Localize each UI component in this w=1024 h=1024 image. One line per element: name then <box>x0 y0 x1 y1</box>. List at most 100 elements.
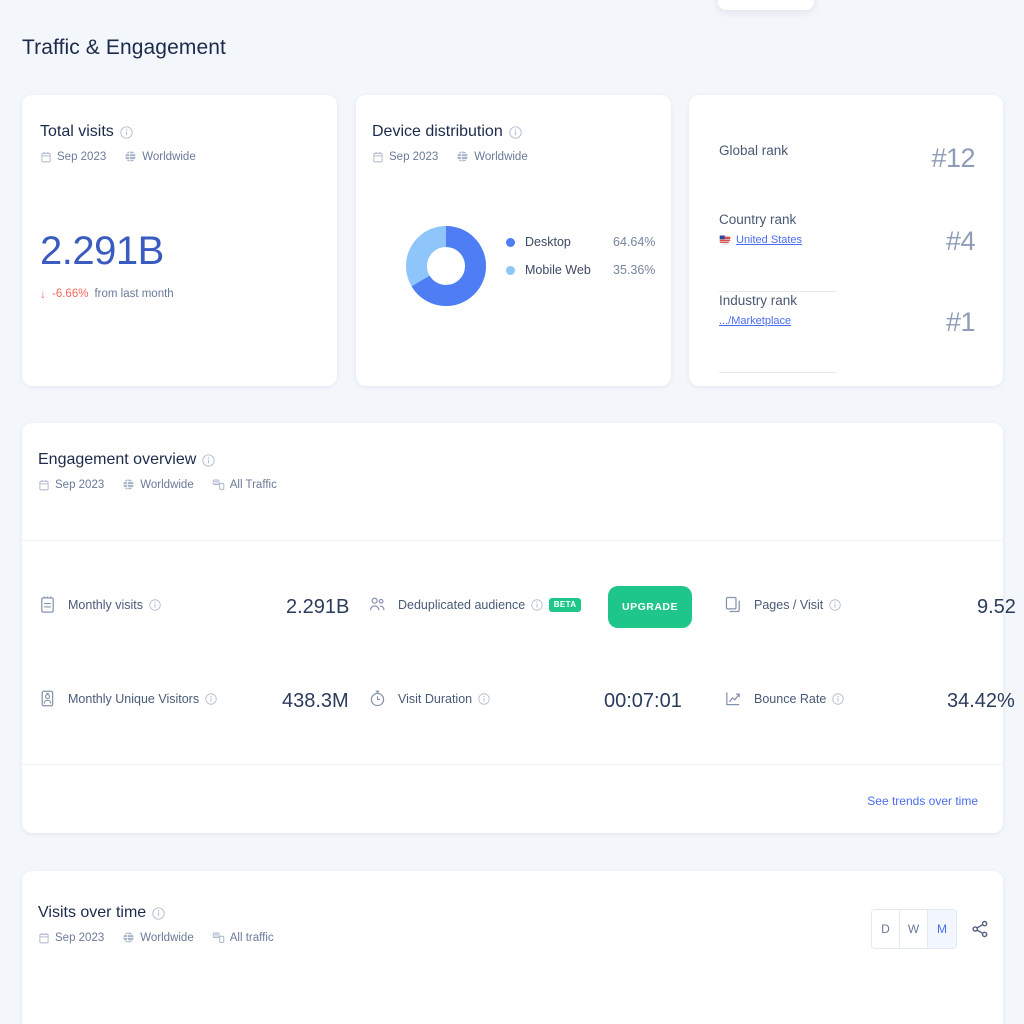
device-legend: Desktop 64.64% Mobile Web 35.36% <box>506 235 655 277</box>
info-icon[interactable] <box>478 692 490 705</box>
engagement-divider <box>22 764 1003 765</box>
total-visits-card: Total visits Sep 2023 Worldwide 2.291B ↓… <box>22 95 337 386</box>
share-button[interactable] <box>970 919 990 939</box>
total-visits-date: Sep 2023 <box>57 150 107 163</box>
total-visits-change-pct: -6.66% <box>52 288 89 300</box>
top-partial-panel <box>718 0 814 10</box>
globe-icon <box>456 150 469 163</box>
device-donut-chart <box>406 226 486 306</box>
rank-row-country: Country rank United States #4 <box>719 212 976 257</box>
info-icon[interactable] <box>149 598 161 611</box>
metric-bounce-rate: Bounce Rate <box>724 689 844 708</box>
rank-divider <box>719 372 837 373</box>
upgrade-button[interactable]: UPGRADE <box>608 586 693 628</box>
info-icon[interactable] <box>832 692 844 705</box>
stopwatch-icon <box>368 689 387 708</box>
bounce-rate-icon <box>724 689 743 708</box>
legend-dot-mobile-web <box>506 265 515 275</box>
share-icon[interactable] <box>970 919 990 939</box>
pages-icon <box>724 595 743 614</box>
total-visits-region: Worldwide <box>142 150 196 163</box>
granularity-toggle[interactable]: D W M <box>871 909 957 949</box>
metric-value-bounce-rate: 34.42% <box>947 690 1015 712</box>
metric-value-monthly-unique-visitors: 438.3M <box>282 690 349 712</box>
info-icon[interactable] <box>120 125 133 139</box>
info-icon[interactable] <box>829 598 841 611</box>
metric-value-pages-per-visit: 9.52 <box>977 596 1016 618</box>
visits-over-time-meta: Sep 2023 Worldwide All traffic <box>38 931 274 944</box>
toggle-option-d[interactable]: D <box>872 910 900 948</box>
engagement-title-text: Engagement overview <box>38 451 197 468</box>
visits-over-time-traffic: All traffic <box>229 931 274 944</box>
legend-dot-desktop <box>506 237 515 247</box>
globe-icon <box>122 931 135 944</box>
ranks-card: Global rank #12 Country rank United Stat… <box>689 95 1003 386</box>
engagement-meta: Sep 2023 Worldwide All Traffic <box>38 478 277 491</box>
total-visits-value: 2.291B <box>40 229 164 273</box>
info-icon[interactable] <box>531 598 543 611</box>
see-trends-link[interactable]: See trends over time <box>867 794 978 808</box>
visits-over-time-date: Sep 2023 <box>55 931 105 944</box>
metric-monthly-unique-visitors: Monthly Unique Visitors <box>38 689 217 708</box>
total-visits-meta: Sep 2023 Worldwide <box>40 150 196 163</box>
metric-pages-per-visit: Pages / Visit <box>724 595 841 614</box>
arrow-down-icon: ↓ <box>40 287 46 301</box>
engagement-region: Worldwide <box>140 478 194 491</box>
toggle-option-w[interactable]: W <box>900 910 928 948</box>
unique-visitors-icon <box>38 689 57 708</box>
industry-rank-link[interactable]: .../Marketplace <box>719 315 791 327</box>
metric-visit-duration: Visit Duration <box>368 689 490 708</box>
rank-label-country: Country rank <box>719 212 797 227</box>
rank-label-global: Global rank <box>719 143 789 158</box>
info-icon[interactable] <box>205 692 217 705</box>
info-icon[interactable] <box>509 125 522 139</box>
audience-icon <box>368 595 387 614</box>
visits-over-time-title: Visits over time <box>38 904 274 922</box>
rank-row-global: Global rank #12 <box>719 143 975 174</box>
info-icon[interactable] <box>152 906 165 920</box>
metric-text: Bounce Rate <box>754 691 827 706</box>
rank-value-global: #12 <box>931 143 975 173</box>
metric-label-deduplicated-audience: Deduplicated audience BETA <box>398 597 581 612</box>
metric-label-bounce-rate: Bounce Rate <box>754 692 844 706</box>
page-title: Traffic & Engagement <box>22 36 226 59</box>
traffic-channels-icon <box>212 931 225 944</box>
globe-icon <box>124 150 137 163</box>
engagement-date: Sep 2023 <box>55 478 105 491</box>
metric-deduplicated-audience: Deduplicated audience BETA <box>368 595 581 614</box>
metric-label-monthly-visits: Monthly visits <box>68 598 161 612</box>
total-visits-change-label: from last month <box>94 288 174 300</box>
calendar-icon <box>40 151 52 163</box>
device-distribution-date: Sep 2023 <box>389 150 439 163</box>
metric-monthly-visits: Monthly visits <box>38 595 161 614</box>
globe-icon <box>122 478 135 491</box>
calendar-icon <box>38 932 50 944</box>
rank-divider <box>719 291 837 292</box>
total-visits-change: ↓ -6.66% from last month <box>40 287 174 301</box>
legend-value-desktop: 64.64% <box>613 235 656 249</box>
rank-value-country: #4 <box>945 226 976 256</box>
device-distribution-card: Device distribution Sep 2023 Worldwide D… <box>356 95 671 386</box>
legend-item: Mobile Web 35.36% <box>506 263 655 277</box>
total-visits-title-text: Total visits <box>40 123 114 140</box>
metric-label-pages-per-visit: Pages / Visit <box>754 598 841 612</box>
visits-over-time-region: Worldwide <box>140 931 194 944</box>
beta-badge: BETA <box>549 597 581 612</box>
country-rank-link[interactable]: United States <box>736 234 802 246</box>
legend-item: Desktop 64.64% <box>506 235 655 249</box>
us-flag-icon <box>719 234 731 246</box>
metric-text: Visit Duration <box>398 691 473 706</box>
legend-label-mobile-web: Mobile Web <box>525 263 591 277</box>
traffic-channels-icon <box>212 478 225 491</box>
metric-text: Pages / Visit <box>754 597 824 612</box>
rank-label-industry: Industry rank <box>719 293 798 308</box>
engagement-divider <box>22 540 1003 541</box>
traffic-engagement-page: Traffic & Engagement Total visits Sep 20… <box>0 0 1024 1024</box>
metric-label-monthly-unique-visitors: Monthly Unique Visitors <box>68 692 217 706</box>
engagement-traffic: All Traffic <box>229 478 277 491</box>
metric-text: Deduplicated audience <box>398 597 526 612</box>
rank-value-industry: #1 <box>945 307 976 337</box>
info-icon[interactable] <box>202 453 215 467</box>
total-visits-title: Total visits <box>40 123 196 141</box>
toggle-option-m[interactable]: M <box>928 910 956 948</box>
